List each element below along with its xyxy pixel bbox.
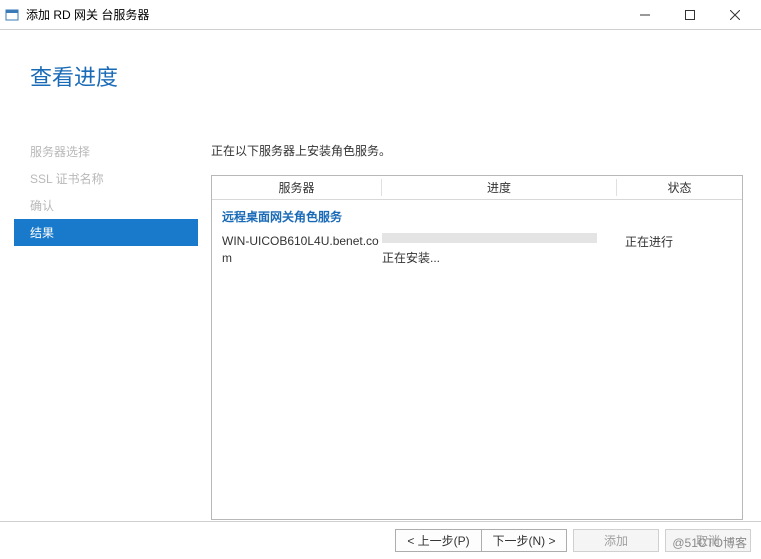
sidebar-item-confirm: 确认: [14, 192, 198, 219]
sidebar: 服务器选择 SSL 证书名称 确认 结果: [14, 138, 198, 246]
main-panel: 正在以下服务器上安装角色服务。 服务器 进度 状态 远程桌面网关角色服务 WIN…: [211, 142, 743, 510]
cell-progress: 正在安装...: [382, 233, 617, 267]
nav-button-group: < 上一步(P) 下一步(N) >: [395, 529, 567, 552]
results-box: 服务器 进度 状态 远程桌面网关角色服务 WIN-UICOB610L4U.ben…: [211, 175, 743, 520]
next-button[interactable]: 下一步(N) >: [481, 529, 567, 552]
page-title: 查看进度: [30, 60, 118, 92]
close-button[interactable]: [712, 1, 757, 29]
window-title: 添加 RD 网关 台服务器: [26, 6, 622, 23]
minimize-button[interactable]: [622, 1, 667, 29]
prev-button[interactable]: < 上一步(P): [395, 529, 481, 552]
maximize-button[interactable]: [667, 1, 712, 29]
progress-text: 正在安装...: [382, 249, 617, 266]
table-row: WIN-UICOB610L4U.benet.com 正在安装... 正在进行: [212, 231, 742, 269]
progress-bar: [382, 233, 597, 243]
footer: < 上一步(P) 下一步(N) > 添加 取消: [0, 521, 761, 559]
add-button: 添加: [573, 529, 659, 552]
cancel-button: 取消: [665, 529, 751, 552]
content-area: 查看进度 服务器选择 SSL 证书名称 确认 结果 正在以下服务器上安装角色服务…: [0, 30, 761, 520]
table-header: 服务器 进度 状态: [212, 176, 742, 200]
sidebar-item-server-select: 服务器选择: [14, 138, 198, 165]
service-group-title: 远程桌面网关角色服务: [212, 200, 742, 231]
cell-server: WIN-UICOB610L4U.benet.com: [222, 233, 382, 267]
window-controls: [622, 1, 757, 29]
cell-status: 正在进行: [617, 233, 732, 267]
col-progress: 进度: [382, 179, 617, 196]
col-server: 服务器: [212, 179, 382, 196]
titlebar: 添加 RD 网关 台服务器: [0, 0, 761, 30]
col-status: 状态: [617, 179, 742, 196]
app-icon: [4, 7, 20, 23]
sidebar-item-ssl-cert: SSL 证书名称: [14, 165, 198, 192]
install-message: 正在以下服务器上安装角色服务。: [211, 142, 743, 159]
sidebar-item-results: 结果: [14, 219, 198, 246]
